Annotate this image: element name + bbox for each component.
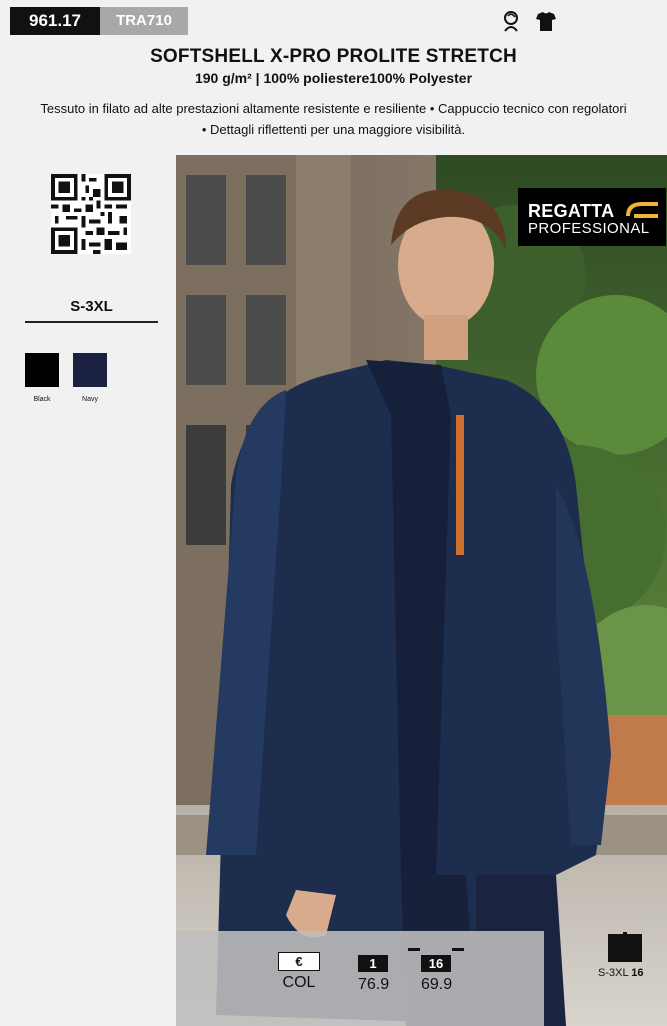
qr-code[interactable] [51, 174, 131, 254]
fit-icons [500, 9, 558, 33]
product-description: Tessuto in filato ad alte prestazioni al… [20, 98, 647, 140]
tier2-tick-right [452, 948, 464, 951]
currency-symbol: € [278, 952, 320, 971]
tier1-quantity: 1 [358, 955, 388, 972]
size-range: S-3XL [70, 298, 113, 315]
pack-info: S-3XL 16 [598, 967, 643, 979]
supplier-code: TRA710 [100, 7, 188, 35]
product-title: SOFTSHELL X-PRO PROLITE STRETCH [150, 46, 517, 67]
product-code: 961.17 [10, 7, 100, 35]
description-line-1: Tessuto in filato ad alte prestazioni al… [40, 101, 627, 116]
size-divider [25, 321, 158, 323]
tier2-price: 69.9 [421, 976, 453, 993]
pack-sizes: S-3XL [598, 967, 629, 979]
product-subtitle: 190 g/m² | 100% poliestere100% Polyester [194, 70, 473, 86]
product-photo [176, 155, 667, 1026]
tier1-price: 76.9 [358, 976, 390, 993]
price-col-tier1: 1 76.9 [358, 955, 390, 994]
color-label-navy: Navy [82, 396, 98, 403]
pack-quantity: 16 [631, 967, 644, 979]
tier2-tick-left [408, 948, 420, 951]
color-swatch-navy[interactable] [73, 353, 107, 387]
brand-logo: REGATTA PROFESSIONAL [518, 188, 666, 246]
color-swatch-black[interactable] [25, 353, 59, 387]
brand-name: REGATTA [528, 201, 615, 221]
box-icon [608, 932, 642, 967]
tshirt-icon [534, 9, 558, 33]
brand-subline: PROFESSIONAL [528, 220, 650, 237]
description-line-2: • Dettagli riflettenti per una maggiore … [201, 122, 466, 137]
female-fit-icon [500, 9, 524, 33]
col-label: COL [282, 974, 316, 991]
color-label-black: Black [33, 396, 51, 403]
price-col-currency: € COL [278, 952, 320, 992]
tier2-quantity: 16 [421, 955, 451, 972]
price-col-tier2: 16 69.9 [421, 955, 453, 994]
top-bar: 961.17 TRA710 [0, 0, 667, 40]
